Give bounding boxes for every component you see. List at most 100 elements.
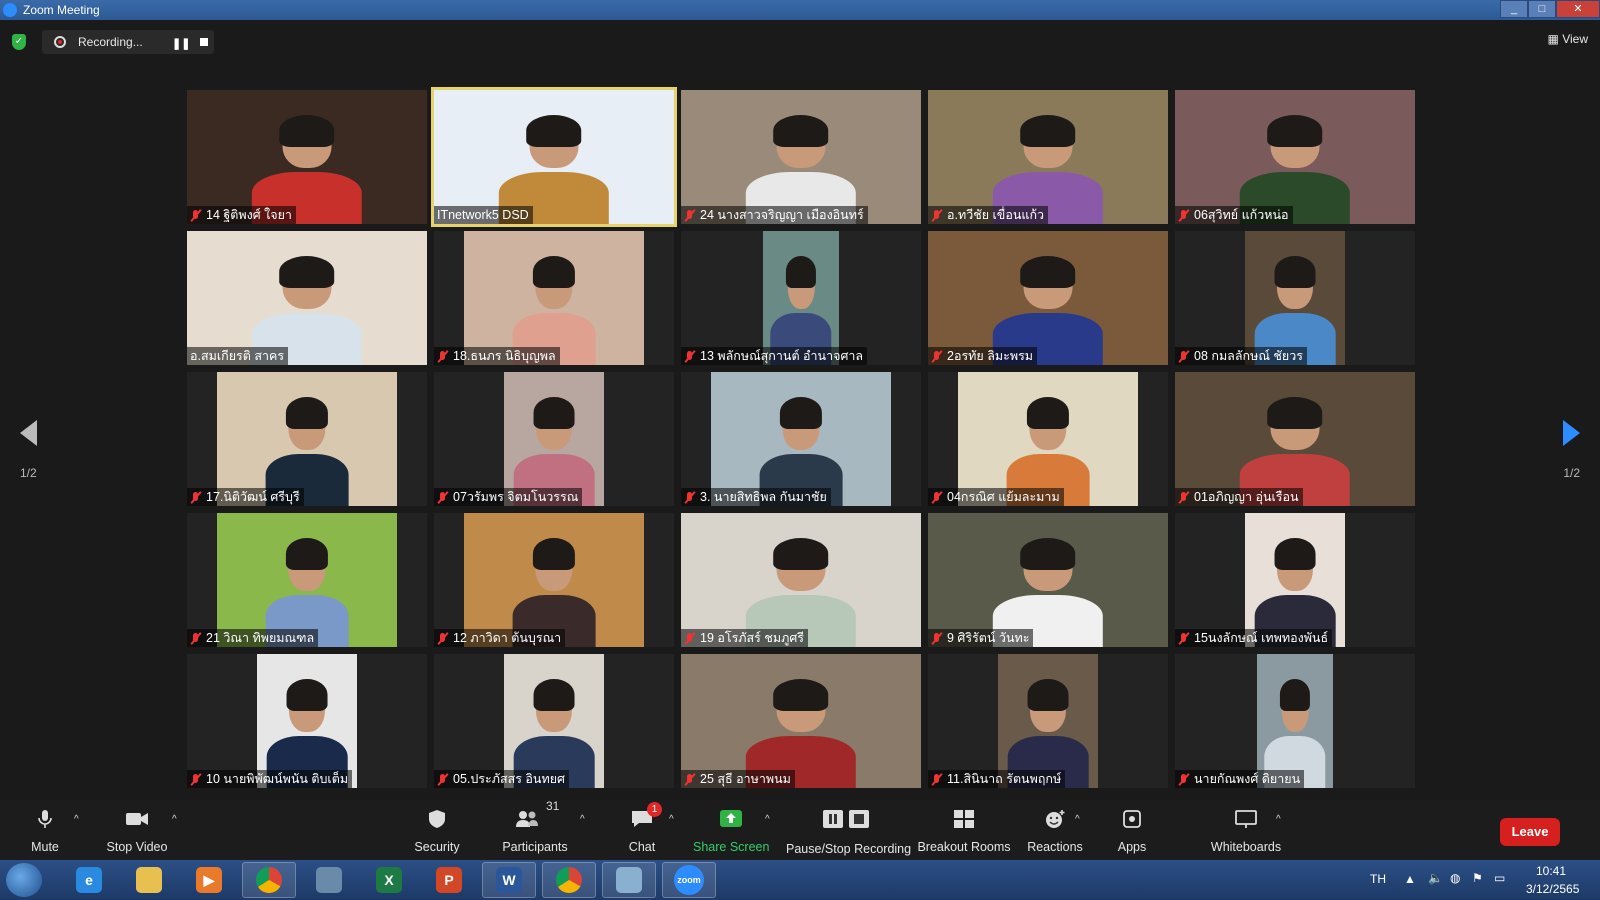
participant-name-bar: 18.ธนภร นิธิบุญพล (434, 347, 560, 365)
participant-tile[interactable]: 15นงลักษณ์ เทพทองพันธ์ (1175, 513, 1415, 647)
pause-stop-recording-button[interactable]: Pause/Stop Recording (786, 800, 911, 860)
tray-expand-icon[interactable]: ▲ (1404, 872, 1416, 886)
clock-time[interactable]: 10:41 (1536, 864, 1566, 878)
participant-name-bar: 2อรทัย ลิมะพรม (928, 347, 1038, 365)
taskbar-app-file-explorer[interactable] (122, 862, 176, 898)
participant-tile[interactable]: 25 สุธี อาษาพนม (681, 654, 921, 788)
participant-name-bar: 05.ประภัสสร อินทยศ (434, 770, 569, 788)
view-button[interactable]: ▦ View (1548, 32, 1588, 46)
close-button[interactable]: ✕ (1556, 0, 1600, 18)
encryption-shield-icon[interactable]: ✓ (12, 34, 26, 50)
participant-tile[interactable]: 2อรทัย ลิมะพรม (928, 231, 1168, 365)
share-screen-arrow-icon (720, 810, 742, 827)
security-label: Security (414, 840, 460, 854)
stop-recording-icon[interactable] (200, 38, 208, 46)
participant-tile[interactable]: นายกัณพงศ์ ดิยายน (1175, 654, 1415, 788)
excel-icon: X (376, 867, 402, 893)
participant-tile[interactable]: 05.ประภัสสร อินทยศ (434, 654, 674, 788)
taskbar-app-notepad[interactable] (602, 862, 656, 898)
chat-button[interactable]: 1 Chat (617, 800, 667, 860)
participant-video (256, 654, 358, 788)
participant-name-bar: 9 ศิริรัตน์ วันทะ (928, 629, 1034, 647)
participant-tile[interactable]: 17.นิติวัฒน์ ศรีบุรี (187, 372, 427, 506)
action-center-icon[interactable]: ▭ (1494, 871, 1505, 885)
flag-notification-icon[interactable]: ⚑ (1472, 871, 1483, 885)
participant-tile[interactable]: 13 พลักษณ์สุกานต์ อำนาจศาล (681, 231, 921, 365)
start-button-windows-icon[interactable] (6, 863, 42, 897)
taskbar-app-app-generic[interactable] (302, 862, 356, 898)
microphone-icon (38, 810, 52, 828)
participant-tile[interactable]: 04กรณิศ แย้มละมาม (928, 372, 1168, 506)
security-button[interactable]: Security (402, 800, 472, 860)
video-options-caret-icon[interactable]: ^ (172, 814, 177, 825)
participant-video (928, 513, 1168, 647)
participant-name-bar: 25 สุธี อาษาพนม (681, 770, 795, 788)
participant-name-bar: ITnetwork5 DSD (434, 206, 533, 224)
leave-button[interactable]: Leave (1500, 818, 1560, 846)
taskbar-app-excel[interactable]: X (362, 862, 416, 898)
taskbar-app-internet-explorer[interactable]: e (62, 862, 116, 898)
taskbar-app-zoom[interactable]: zoom (662, 862, 716, 898)
clock-date[interactable]: 3/12/2565 (1526, 882, 1579, 896)
whiteboards-button[interactable]: Whiteboards (1206, 800, 1286, 860)
input-language-indicator[interactable]: TH (1370, 872, 1386, 886)
participant-tile[interactable]: 06สุวิทย์ แก้วหน่อ (1175, 90, 1415, 224)
pause-recording-icon[interactable]: ❚❚ (172, 37, 190, 50)
participant-tile[interactable]: 18.ธนภร นิธิบุญพล (434, 231, 674, 365)
participant-tile[interactable]: 3. นายสิทธิพล กันมาชัย (681, 372, 921, 506)
maximize-button[interactable]: □ (1528, 0, 1556, 18)
participant-video (711, 372, 891, 506)
participant-name: 9 ศิริรัตน์ วันทะ (947, 631, 1030, 645)
participant-tile[interactable]: 19 อโรภัสร์ ชมภูศรี (681, 513, 921, 647)
participants-button[interactable]: 31 Participants (495, 799, 575, 860)
minimize-button[interactable]: _ (1500, 0, 1528, 18)
reactions-options-caret-icon[interactable]: ^ (1075, 814, 1080, 825)
mute-button[interactable]: Mute (20, 800, 70, 860)
participant-video (464, 513, 644, 647)
taskbar-app-powerpoint[interactable]: P (422, 862, 476, 898)
taskbar-app-media-player[interactable]: ▶ (182, 862, 236, 898)
participant-tile[interactable]: 24 นางสาวจริญญา เมืองอินทร์ (681, 90, 921, 224)
participants-icon (516, 811, 538, 827)
stop-video-button[interactable]: Stop Video (102, 800, 172, 860)
participant-tile[interactable]: 11.สินินาถ รัตนพฤกษ์ (928, 654, 1168, 788)
participant-tile[interactable]: 21 วิณา ทิพยมณฑล (187, 513, 427, 647)
participant-name-bar: 13 พลักษณ์สุกานต์ อำนาจศาล (681, 347, 868, 365)
participant-name-bar: 15นงลักษณ์ เทพทองพันธ์ (1175, 629, 1333, 647)
breakout-rooms-button[interactable]: Breakout Rooms (916, 800, 1012, 860)
participant-tile[interactable]: 14 ฐิติพงศ์ ใจยา (187, 90, 427, 224)
participant-tile[interactable]: 9 ศิริรัตน์ วันทะ (928, 513, 1168, 647)
participant-tile[interactable]: อ.ทวีชัย เขื่อนแก้ว (928, 90, 1168, 224)
meeting-topbar: ✓ Recording... ❚❚ ▦ View (0, 22, 1600, 62)
volume-icon[interactable]: 🔈 (1428, 871, 1443, 885)
taskbar-app-chrome[interactable] (542, 862, 596, 898)
participant-video (681, 654, 921, 788)
participant-tile[interactable]: 08 กมลลักษณ์ ชัยวร (1175, 231, 1415, 365)
share-options-caret-icon[interactable]: ^ (765, 814, 770, 825)
whiteboard-icon (1235, 810, 1257, 828)
media-player-icon: ▶ (196, 867, 222, 893)
participant-tile[interactable]: 12 ภาวิดา ต้นบุรณา (434, 513, 674, 647)
participant-tile[interactable]: 10 นายพิพัฒน์พนัน ติบเต็ม (187, 654, 427, 788)
participant-name: 11.สินินาถ รัตนพฤกษ์ (947, 772, 1062, 786)
participants-options-caret-icon[interactable]: ^ (580, 814, 585, 825)
participant-tile[interactable]: 07วรัมพร จิตมโนวรรณ (434, 372, 674, 506)
participant-name: 3. นายสิทธิพล กันมาชัย (700, 490, 827, 504)
taskbar-app-chrome[interactable] (242, 862, 296, 898)
participant-tile[interactable]: อ.สมเกียรติ สาคร (187, 231, 427, 365)
participant-tile[interactable]: 01อภิญญา อุ่นเรือน (1175, 372, 1415, 506)
reactions-button[interactable]: Reactions (1022, 800, 1088, 860)
taskbar-app-word[interactable]: W (482, 862, 536, 898)
apps-button[interactable]: Apps (1110, 800, 1154, 860)
next-page-arrow-icon[interactable] (1563, 420, 1580, 446)
previous-page-arrow-icon[interactable] (20, 420, 37, 446)
participant-name: อ.สมเกียรติ สาคร (190, 349, 285, 363)
share-screen-button[interactable]: Share Screen (693, 800, 769, 860)
whiteboards-options-caret-icon[interactable]: ^ (1276, 814, 1281, 825)
participant-video (1175, 372, 1415, 506)
network-icon[interactable]: ◍ (1450, 871, 1460, 885)
windows-taskbar: e ▶ X P Wzoom TH ▲ 🔈 ◍ ⚑ ▭ 10:41 3/12/2565 (0, 860, 1600, 900)
audio-options-caret-icon[interactable]: ^ (74, 814, 79, 825)
participant-tile[interactable]: ITnetwork5 DSD (431, 87, 677, 227)
chat-options-caret-icon[interactable]: ^ (669, 814, 674, 825)
